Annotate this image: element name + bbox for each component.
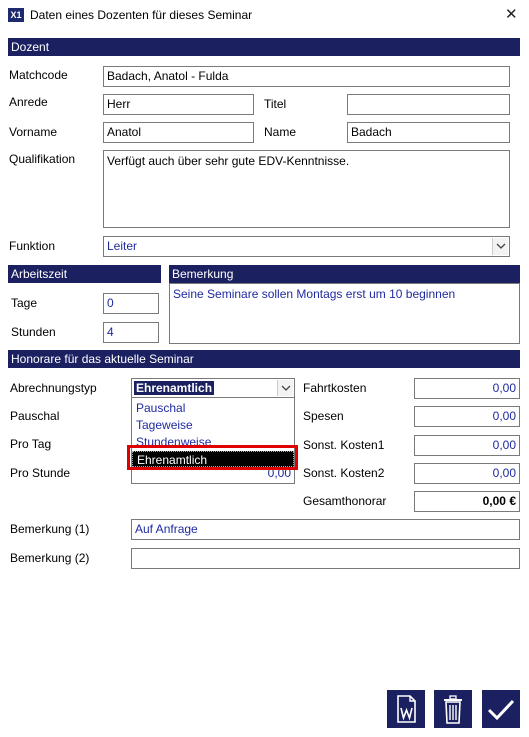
sonst-kosten2-label: Sonst. Kosten2: [303, 466, 385, 480]
stunden-field[interactable]: 4: [103, 322, 159, 343]
stunden-label: Stunden: [11, 325, 56, 339]
section-header-honorare: Honorare für das aktuelle Seminar: [8, 350, 520, 368]
qualifikation-field[interactable]: Verfügt auch über sehr gute EDV-Kenntnis…: [103, 150, 510, 228]
bemerkung2-field[interactable]: [131, 548, 520, 569]
section-header-bemerkung: Bemerkung: [169, 265, 520, 283]
name-field[interactable]: Badach: [347, 122, 510, 143]
chevron-down-icon[interactable]: [492, 238, 508, 255]
spesen-field[interactable]: 0,00: [414, 406, 520, 427]
option-tageweise[interactable]: Tageweise: [132, 417, 294, 433]
funktion-select[interactable]: Leiter: [103, 236, 510, 257]
gesamthonorar-label: Gesamthonorar: [303, 494, 387, 508]
fahrtkosten-field[interactable]: 0,00: [414, 378, 520, 399]
app-logo-icon: X1: [8, 8, 24, 22]
sonst-kosten1-field[interactable]: 0,00: [414, 435, 520, 456]
fahrtkosten-label: Fahrtkosten: [303, 381, 367, 395]
anrede-field[interactable]: Herr: [103, 94, 254, 115]
spesen-label: Spesen: [303, 409, 344, 423]
pauschal-label: Pauschal: [10, 409, 60, 423]
tage-label: Tage: [11, 296, 38, 310]
close-icon[interactable]: ✕: [505, 5, 518, 23]
abrechnungstyp-value: Ehrenamtlich: [134, 381, 215, 395]
titel-label: Titel: [264, 97, 287, 111]
checkmark-icon: [487, 699, 515, 721]
highlight-box: [127, 445, 298, 470]
sonst-kosten2-field[interactable]: 0,00: [414, 463, 520, 484]
funktion-value: Leiter: [107, 239, 138, 253]
vorname-label: Vorname: [9, 125, 58, 139]
qualifikation-label: Qualifikation: [9, 152, 76, 166]
matchcode-field[interactable]: Badach, Anatol - Fulda: [103, 66, 510, 87]
sonst-kosten1-label: Sonst. Kosten1: [303, 438, 385, 452]
ok-button[interactable]: [482, 690, 520, 728]
name-label: Name: [264, 125, 297, 139]
section-header-arbeitszeit: Arbeitszeit: [8, 265, 161, 283]
bemerkung-field[interactable]: Seine Seminare sollen Montags erst um 10…: [169, 283, 520, 344]
abrechnungstyp-label: Abrechnungstyp: [10, 381, 97, 395]
trash-icon: [444, 695, 462, 724]
delete-button[interactable]: [434, 690, 472, 728]
tage-field[interactable]: 0: [103, 293, 159, 314]
matchcode-label: Matchcode: [9, 68, 68, 82]
vorname-field[interactable]: Anatol: [103, 122, 254, 143]
window-title: Daten eines Dozenten für dieses Seminar: [30, 8, 253, 22]
chevron-down-icon[interactable]: [277, 380, 293, 396]
anrede-label: Anrede: [9, 95, 48, 109]
section-header-dozent: Dozent: [8, 38, 520, 56]
abrechnungstyp-select[interactable]: Ehrenamtlich: [131, 378, 295, 398]
bemerkung2-label: Bemerkung (2): [10, 551, 90, 565]
pro-stunde-label: Pro Stunde: [10, 466, 71, 480]
word-document-button[interactable]: [387, 690, 425, 728]
option-pauschal[interactable]: Pauschal: [132, 400, 294, 416]
funktion-label: Funktion: [9, 239, 56, 253]
bemerkung1-field[interactable]: Auf Anfrage: [131, 519, 520, 540]
bemerkung1-label: Bemerkung (1): [10, 522, 90, 536]
pro-tag-label: Pro Tag: [10, 437, 52, 451]
word-document-icon: [397, 695, 416, 723]
titel-field[interactable]: [347, 94, 510, 115]
gesamthonorar-field: 0,00 €: [414, 491, 520, 512]
